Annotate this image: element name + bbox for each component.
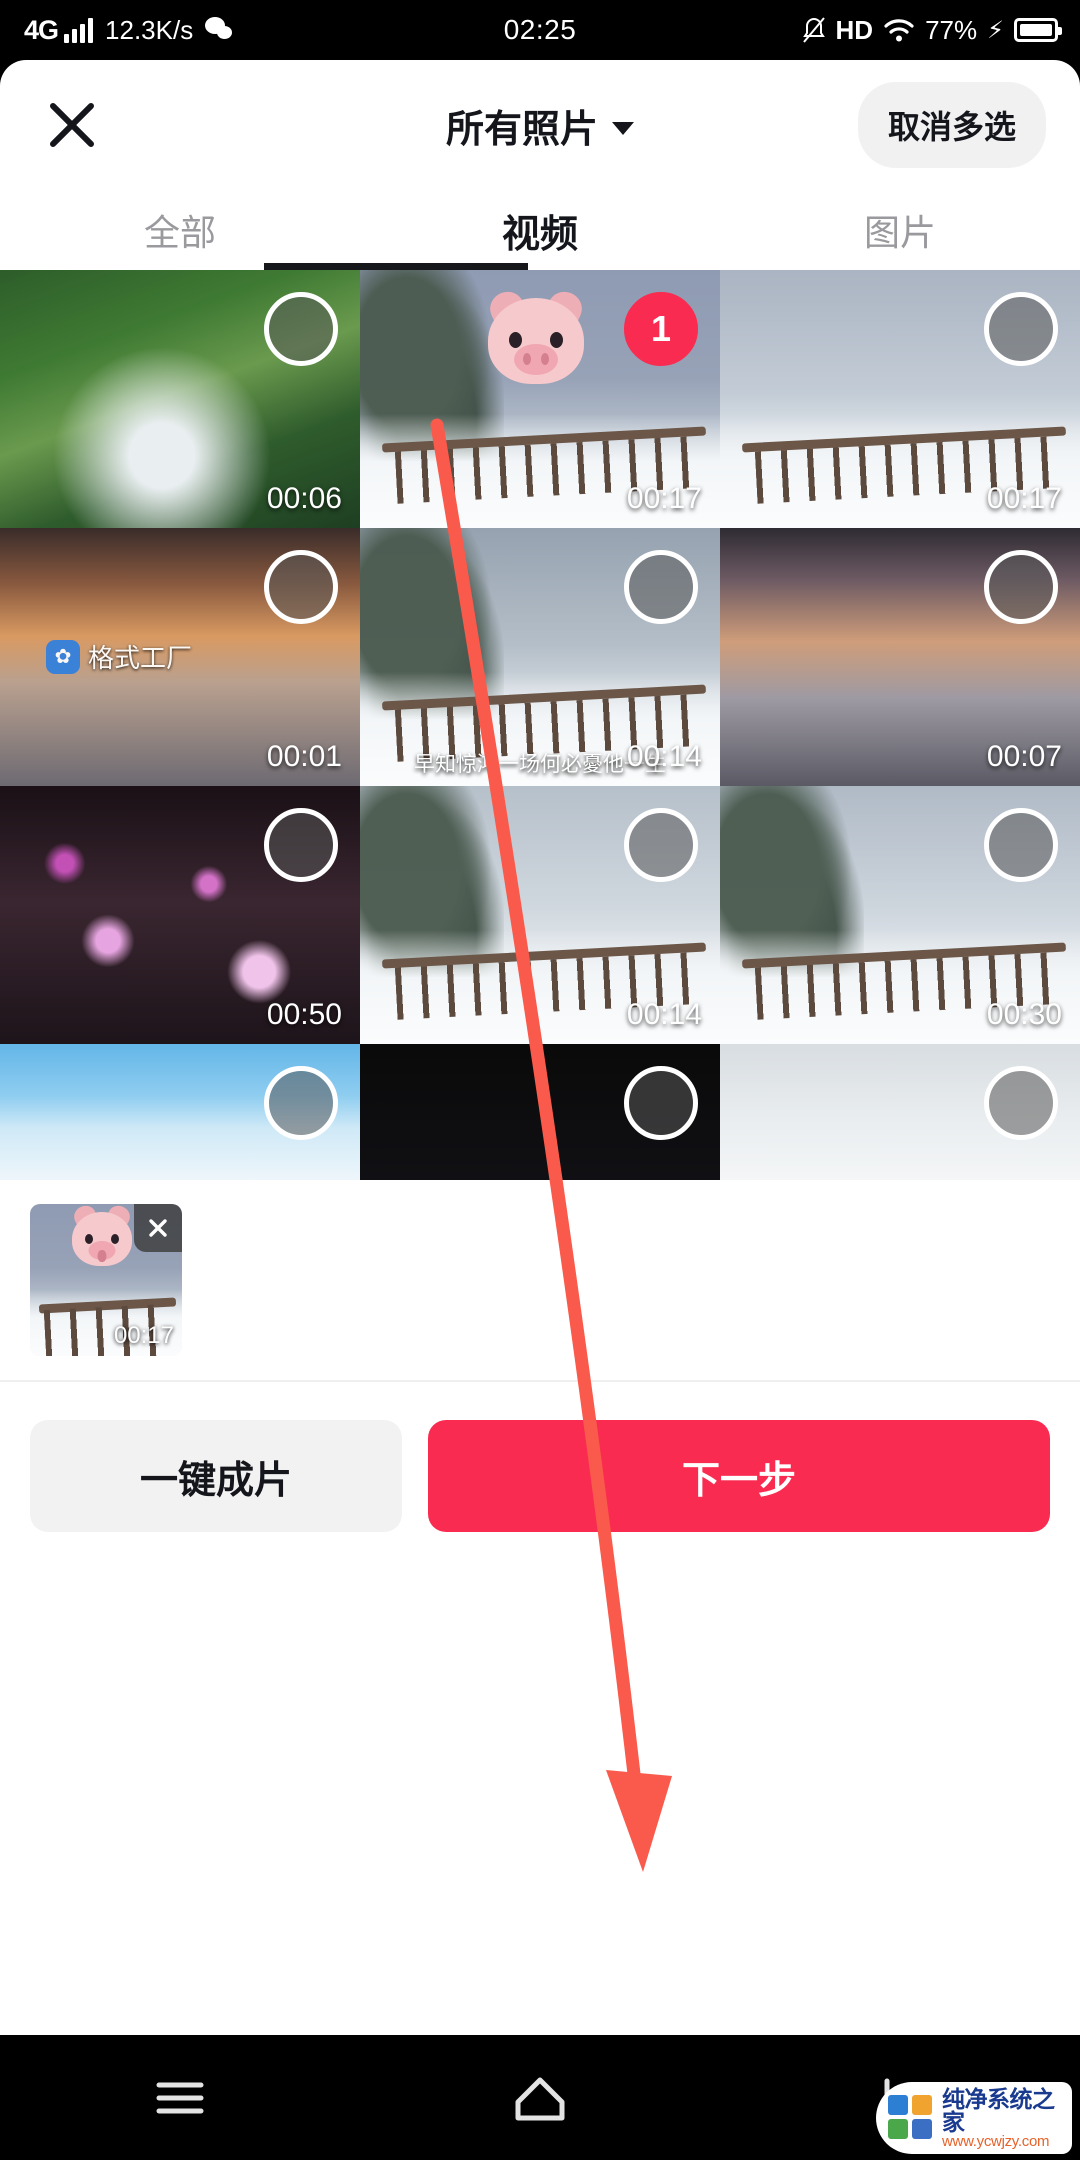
table-row[interactable] xyxy=(360,1044,720,1180)
select-circle[interactable] xyxy=(624,808,698,882)
tab-photo[interactable]: 图片 xyxy=(720,190,1080,270)
pig-sticker-icon xyxy=(71,1204,133,1266)
select-circle[interactable] xyxy=(984,1066,1058,1140)
select-circle[interactable] xyxy=(264,292,338,366)
select-circle[interactable] xyxy=(984,808,1058,882)
table-row[interactable]: 00:50 xyxy=(0,786,360,1044)
chevron-down-icon xyxy=(612,121,634,135)
select-circle[interactable] xyxy=(264,808,338,882)
list-item[interactable]: 00:17 xyxy=(30,1204,182,1356)
table-row[interactable]: 00:30 xyxy=(720,786,1080,1044)
select-circle[interactable] xyxy=(264,550,338,624)
page-title-label: 所有照片 xyxy=(445,108,598,151)
duration-label: 00:17 xyxy=(113,1322,174,1349)
select-circle[interactable] xyxy=(984,292,1058,366)
duration-label: 00:07 xyxy=(986,740,1062,773)
remove-icon[interactable] xyxy=(134,1204,182,1252)
tab-bar: 全部 视频 图片 xyxy=(0,190,1080,270)
watermark-text: 纯净系统之家 www.ycwjzy.com xyxy=(942,2085,1060,2150)
select-circle[interactable] xyxy=(624,550,698,624)
tab-video[interactable]: 视频 xyxy=(360,190,720,270)
auto-create-button[interactable]: 一键成片 xyxy=(30,1420,402,1532)
cancel-multiselect-button[interactable]: 取消多选 xyxy=(857,82,1046,168)
table-row[interactable]: 早知惊鸿一场何必憂他一生 00:14 xyxy=(360,528,720,786)
watermark-label: 格式工厂 xyxy=(88,643,193,673)
duration-label: 00:50 xyxy=(266,998,342,1031)
selected-tray: 00:17 xyxy=(0,1180,1080,1380)
duration-label: 00:14 xyxy=(626,998,702,1031)
table-row[interactable]: 00:17 xyxy=(720,270,1080,528)
media-grid: 00:06 1 00:17 00:17 ✿ 格式工厂 00:01 早知惊鸿一场何… xyxy=(0,270,1080,1180)
home-icon[interactable] xyxy=(360,2072,720,2124)
mute-icon xyxy=(802,16,826,44)
table-row[interactable] xyxy=(0,1044,360,1180)
table-row[interactable]: 00:14 xyxy=(360,786,720,1044)
table-row[interactable]: ✿ 格式工厂 00:01 xyxy=(0,528,360,786)
tab-active-indicator xyxy=(264,263,528,270)
duration-label: 00:14 xyxy=(626,740,702,773)
site-watermark: 纯净系统之家 www.ycwjzy.com xyxy=(876,2082,1072,2154)
duration-label: 00:01 xyxy=(266,740,342,773)
table-row[interactable]: 00:07 xyxy=(720,528,1080,786)
system-nav-bar: 纯净系统之家 www.ycwjzy.com xyxy=(0,2035,1080,2160)
action-bar: 一键成片 下一步 xyxy=(0,1380,1080,1570)
watermark-line1: 纯净系统之家 xyxy=(942,2085,1055,2135)
select-circle[interactable] xyxy=(984,550,1058,624)
format-factory-icon: ✿ xyxy=(46,639,80,674)
status-bar: 4G 12.3K/s 02:25 HD 77% ⚡ xyxy=(0,0,1080,60)
select-circle[interactable] xyxy=(264,1066,338,1140)
pig-sticker-icon xyxy=(485,286,587,384)
windows-logo-icon xyxy=(888,2095,934,2141)
duration-label: 00:06 xyxy=(266,482,342,515)
duration-label: 00:17 xyxy=(626,482,702,515)
status-bar-clock: 02:25 xyxy=(503,14,577,45)
table-row[interactable]: 1 00:17 xyxy=(360,270,720,528)
battery-icon xyxy=(1014,18,1062,42)
select-circle-selected[interactable]: 1 xyxy=(624,292,698,366)
watermark-line2: www.ycwjzy.com xyxy=(942,2132,1050,2150)
duration-label: 00:17 xyxy=(986,482,1062,515)
menu-icon[interactable] xyxy=(0,2075,360,2121)
select-circle[interactable] xyxy=(624,1066,698,1140)
table-row[interactable] xyxy=(720,1044,1080,1180)
tab-all[interactable]: 全部 xyxy=(0,190,360,270)
app-header: 所有照片 取消多选 xyxy=(0,60,1080,190)
table-row[interactable]: 00:06 xyxy=(0,270,360,528)
next-step-button[interactable]: 下一步 xyxy=(428,1420,1050,1532)
app-sheet: 所有照片 取消多选 全部 视频 图片 00:06 1 00:17 00:17 ✿… xyxy=(0,60,1080,2095)
app-watermark: ✿ 格式工厂 xyxy=(46,638,192,675)
duration-label: 00:30 xyxy=(986,998,1062,1031)
